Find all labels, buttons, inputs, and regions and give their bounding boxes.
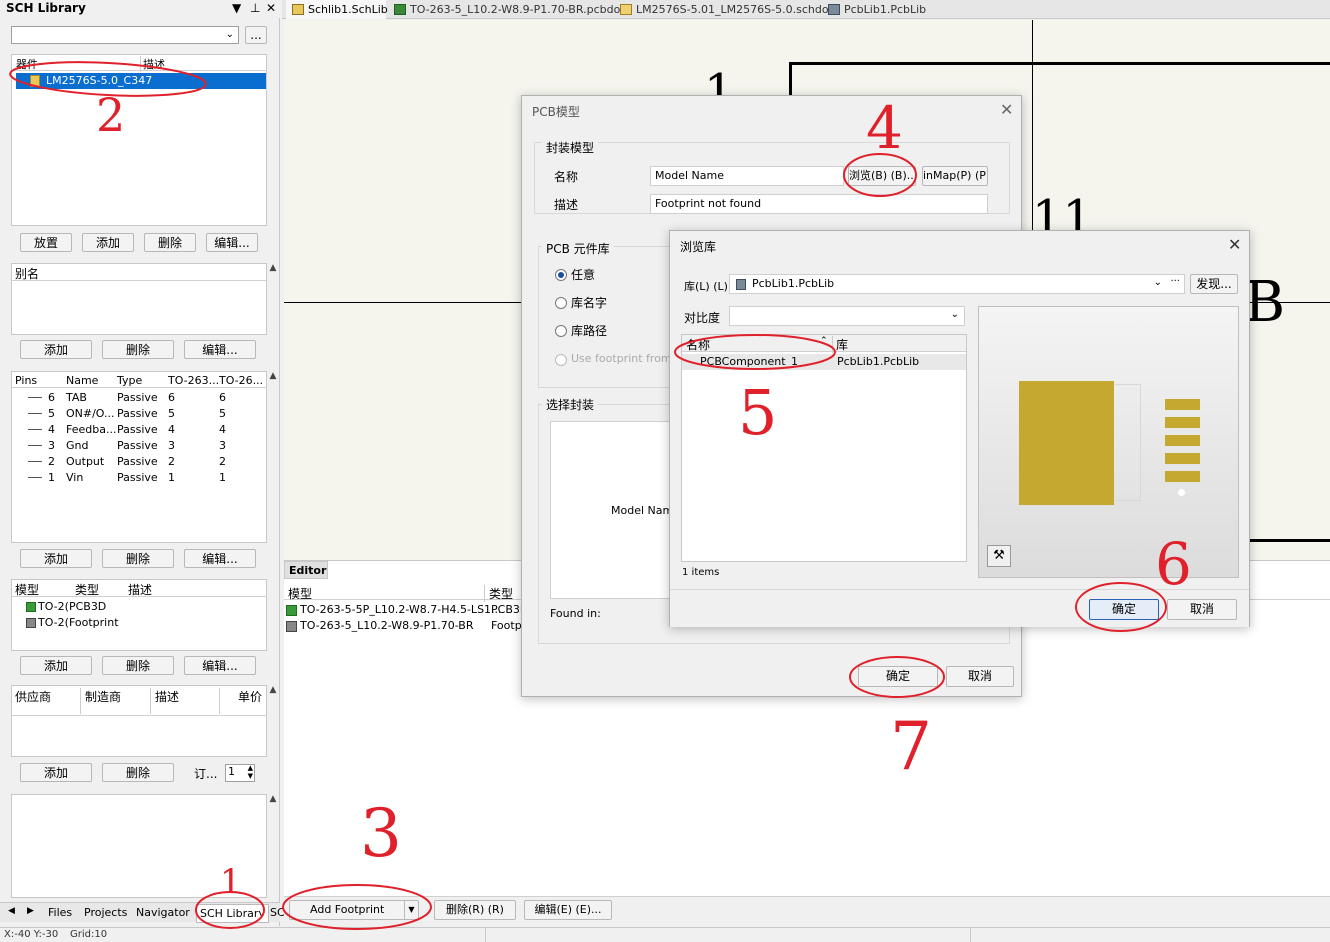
annotation-number: 1 [220, 862, 242, 902]
annotation-circle [674, 334, 836, 370]
annotation-number: 3 [360, 795, 402, 872]
annotation-circle [282, 884, 432, 930]
annotation-number: 2 [96, 88, 126, 142]
annotation-number: 7 [890, 708, 932, 785]
annotation-circle [849, 656, 945, 698]
annotation-number: 4 [866, 94, 903, 162]
annotation-overlay [9, 61, 1167, 930]
annotation-number: 5 [738, 376, 778, 449]
annotation-number: 6 [1155, 530, 1192, 598]
annotation-circle [1075, 582, 1167, 632]
